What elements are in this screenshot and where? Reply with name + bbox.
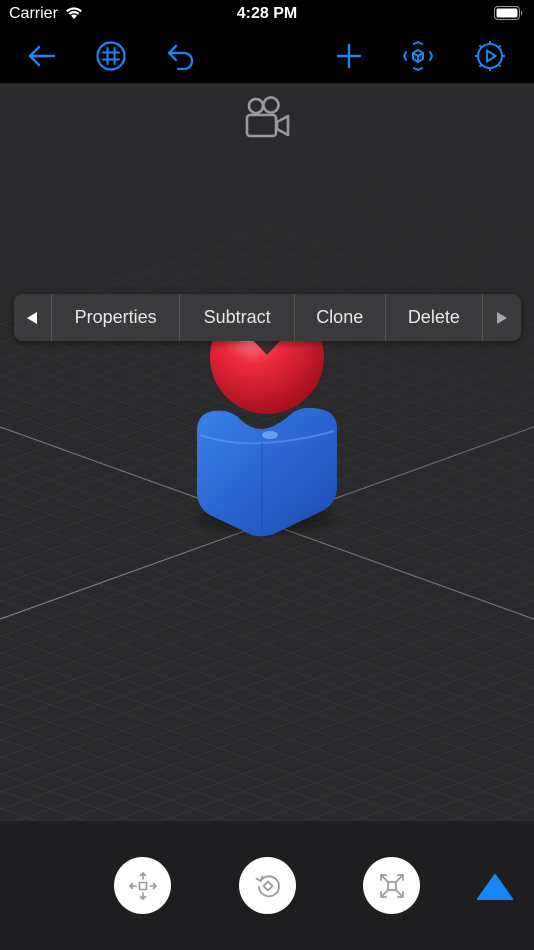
status-bar: Carrier 4:28 PM xyxy=(0,0,534,30)
scale-icon xyxy=(379,873,404,898)
floor-grid xyxy=(0,83,534,821)
settings-play-button[interactable] xyxy=(470,36,510,76)
rotate-icon xyxy=(255,874,280,897)
status-time: 4:28 PM xyxy=(236,5,298,22)
settings-play-icon xyxy=(475,41,505,71)
rotate-button[interactable] xyxy=(239,857,296,914)
grid-icon xyxy=(96,41,126,71)
transform-button[interactable] xyxy=(398,36,438,76)
triangle-up-icon[interactable] xyxy=(475,869,515,905)
undo-icon xyxy=(167,44,194,70)
battery-icon xyxy=(494,6,523,20)
toolbar xyxy=(0,30,534,83)
bottom-toolbar xyxy=(0,821,534,950)
triangle-right-icon xyxy=(497,311,508,324)
menu-next-button[interactable] xyxy=(482,294,521,341)
clone-button[interactable]: Clone xyxy=(293,294,385,341)
move-button[interactable] xyxy=(114,857,171,914)
context-menu: Properties Subtract Clone Delete xyxy=(14,294,521,341)
scene-viewport[interactable]: Properties Subtract Clone Delete xyxy=(0,83,534,821)
grid-button[interactable] xyxy=(91,36,131,76)
triangle-left-icon xyxy=(27,311,38,324)
subtract-button[interactable]: Subtract xyxy=(179,294,294,341)
move-icon xyxy=(128,871,157,900)
undo-button[interactable] xyxy=(161,36,201,76)
transform-icon xyxy=(403,41,433,71)
add-button[interactable] xyxy=(329,36,369,76)
menu-prev-button[interactable] xyxy=(14,294,51,341)
properties-button[interactable]: Properties xyxy=(50,294,179,341)
camera-icon[interactable] xyxy=(243,95,291,139)
back-arrow-icon xyxy=(28,45,56,67)
back-button[interactable] xyxy=(21,36,61,76)
add-icon xyxy=(336,43,362,69)
scale-button[interactable] xyxy=(363,857,420,914)
delete-button[interactable]: Delete xyxy=(384,294,483,341)
